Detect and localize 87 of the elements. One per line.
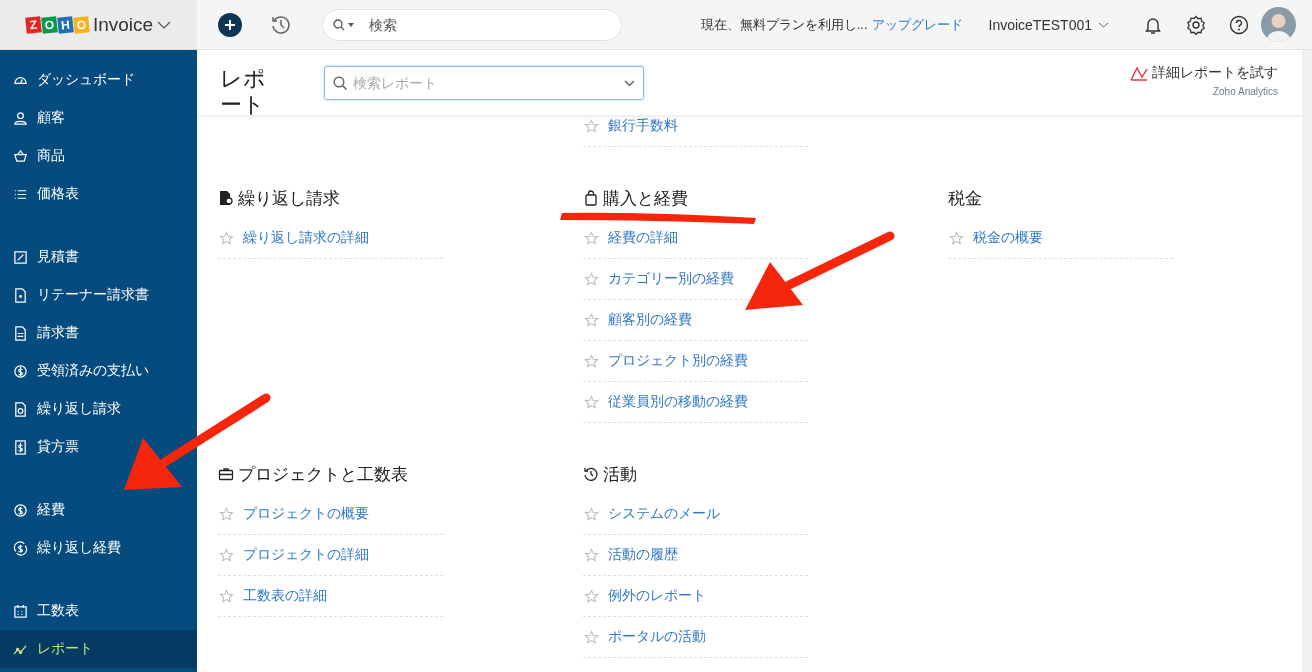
sidebar-item[interactable]: 繰り返し経費 (0, 529, 197, 567)
star-icon[interactable] (584, 230, 599, 246)
analytics-link[interactable]: 詳細レポートを試す (1130, 64, 1278, 82)
percent-document-icon (13, 249, 28, 265)
document-icon (13, 287, 28, 303)
logo-tile: H (57, 15, 74, 34)
report-link[interactable]: 税金の概要 (948, 218, 1173, 259)
organization-menu[interactable]: InvoiceTEST001 (988, 16, 1109, 33)
star-icon[interactable] (584, 547, 599, 563)
sidebar-item[interactable]: ダッシュボード (0, 61, 197, 99)
report-link[interactable]: プロジェクトの詳細 (218, 535, 443, 576)
help-icon[interactable] (1229, 14, 1249, 35)
history-icon (583, 466, 599, 482)
search-icon[interactable] (333, 18, 355, 31)
sidebar-item[interactable]: レポート (0, 630, 197, 668)
sidebar-item[interactable]: 見積書 (0, 238, 197, 276)
section-heading: 繰り返し請求 (218, 188, 340, 208)
app-name: Invoice (92, 13, 154, 36)
report-search-field[interactable]: 検索レポート (324, 66, 644, 100)
avatar[interactable] (1261, 7, 1296, 42)
document-icon (13, 325, 28, 341)
chevron-down-icon[interactable] (624, 79, 635, 87)
document-icon (13, 401, 28, 417)
logo-tile: O (41, 15, 58, 34)
report-link[interactable]: ポータルの活動 (583, 617, 808, 658)
search-input[interactable]: 検索 (367, 15, 567, 34)
analytics-caption: Zoho Analytics (1212, 86, 1278, 97)
report-link[interactable]: システムのメール (583, 494, 808, 535)
page-title: レポート (220, 66, 267, 118)
add-button[interactable] (218, 12, 242, 37)
star-icon[interactable] (584, 271, 599, 287)
report-link[interactable]: 工数表の詳細 (218, 576, 443, 617)
star-icon[interactable] (584, 506, 599, 522)
sidebar-item[interactable]: リテーナー請求書 (0, 276, 197, 314)
report-link[interactable]: プロジェクトの概要 (218, 494, 443, 535)
history-icon[interactable] (270, 13, 292, 36)
dollar-circle-icon (13, 363, 28, 379)
star-icon[interactable] (219, 547, 234, 563)
search-field[interactable]: 検索 (322, 8, 622, 41)
star-icon[interactable] (584, 629, 599, 645)
section-heading: プロジェクトと工数表 (218, 464, 408, 484)
report-link[interactable]: 活動の履歴 (583, 535, 808, 576)
star-icon[interactable] (584, 588, 599, 604)
basket-icon (13, 148, 28, 164)
sidebar-item[interactable]: 商品 (0, 137, 197, 175)
report-link[interactable]: 銀行手数料 (583, 115, 808, 147)
star-icon[interactable] (584, 312, 599, 328)
logo-tile: O (73, 15, 90, 34)
calendar-icon (13, 603, 28, 619)
search-icon (333, 75, 348, 91)
sidebar-item[interactable]: 受領済みの支払い (0, 352, 197, 390)
upgrade-link[interactable]: アップグレード (871, 15, 963, 34)
report-link[interactable]: 例外のレポート (583, 576, 808, 617)
section-heading: 活動 (583, 464, 637, 484)
sidebar-item[interactable]: 価格表 (0, 175, 197, 213)
sidebar-item[interactable]: 繰り返し請求 (0, 390, 197, 428)
report-link[interactable]: プロジェクト別の経費 (583, 341, 808, 382)
chevron-down-icon[interactable] (157, 20, 172, 29)
line-chart-icon (1130, 65, 1148, 81)
user-icon (13, 110, 28, 126)
settings-icon[interactable] (1186, 14, 1206, 35)
dollar-circle-icon (13, 502, 28, 518)
star-icon[interactable] (949, 230, 964, 246)
star-icon[interactable] (219, 588, 234, 604)
chevron-down-icon (1098, 21, 1109, 28)
dollar-cycle-icon (13, 540, 28, 556)
dollar-document-icon (13, 439, 28, 455)
star-icon[interactable] (584, 394, 599, 410)
star-icon[interactable] (584, 118, 599, 134)
shopping-bag-icon (583, 190, 599, 206)
plus-icon (224, 18, 236, 31)
report-link[interactable]: 従業員別の移動の経費 (583, 382, 808, 423)
section-heading: 購入と経費 (583, 188, 688, 208)
document-icon (218, 190, 234, 206)
sidebar-item[interactable]: 工数表 (0, 592, 197, 630)
plan-notice: 現在、無料プランを利用し... (700, 15, 868, 34)
sidebar-item[interactable]: 経費 (0, 491, 197, 529)
logo-tile: Z (25, 15, 42, 34)
star-icon[interactable] (584, 353, 599, 369)
sidebar-item[interactable]: 顧客 (0, 99, 197, 137)
report-link[interactable]: 繰り返し請求の詳細 (218, 218, 443, 259)
star-icon[interactable] (219, 506, 234, 522)
sidebar-item[interactable]: 貸方票 (0, 428, 197, 466)
star-icon[interactable] (219, 230, 234, 246)
section-heading: 税金 (948, 188, 982, 208)
sidebar-item[interactable]: 請求書 (0, 314, 197, 352)
briefcase-icon (218, 466, 234, 482)
